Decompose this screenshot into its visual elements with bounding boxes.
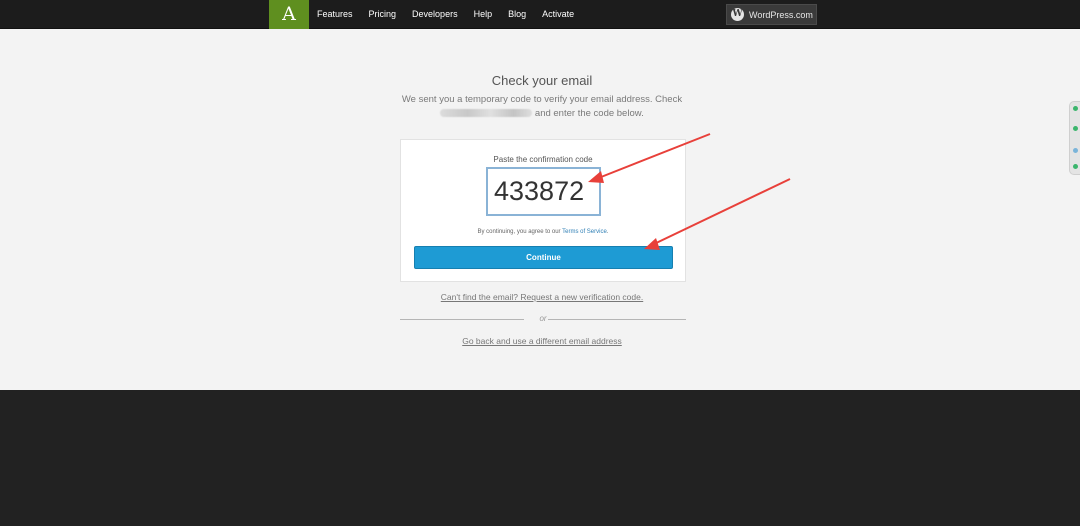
code-card: Paste the confirmation code By continuin… <box>400 139 686 282</box>
status-dot-icon <box>1073 148 1078 153</box>
nav-activate[interactable]: Activate <box>534 0 582 29</box>
status-dot-icon <box>1073 126 1078 131</box>
or-divider: or <box>400 314 686 326</box>
wordpress-label: WordPress.com <box>749 9 813 20</box>
or-text: or <box>539 314 547 323</box>
resend-code-link[interactable]: Can't find the email? Request a new veri… <box>0 292 1080 302</box>
app-logo[interactable]: A <box>269 0 309 29</box>
page-title: Check your email <box>491 73 593 88</box>
main-nav: Features Pricing Developers Help Blog Ac… <box>309 0 582 29</box>
nav-pricing[interactable]: Pricing <box>361 0 405 29</box>
top-nav-bar: A Features Pricing Developers Help Blog … <box>0 0 1080 29</box>
terms-text: By continuing, you agree to our <box>477 229 561 235</box>
nav-developers[interactable]: Developers <box>404 0 466 29</box>
nav-blog[interactable]: Blog <box>500 0 534 29</box>
nav-help[interactable]: Help <box>466 0 501 29</box>
different-email-link[interactable]: Go back and use a different email addres… <box>0 336 1080 346</box>
nav-features[interactable]: Features <box>309 0 361 29</box>
status-dot-icon <box>1073 106 1078 111</box>
code-label: Paste the confirmation code <box>493 155 593 164</box>
page-subtitle: We sent you a temporary code to verify y… <box>392 93 692 121</box>
terms-period: . <box>606 229 609 235</box>
verification-page: Check your email We sent you a temporary… <box>0 29 1080 390</box>
subtitle-text-end: and enter the code below. <box>534 108 644 119</box>
subtitle-text-start: We sent you a temporary code to verify y… <box>401 94 683 105</box>
side-widget[interactable] <box>1069 101 1080 175</box>
wordpress-icon: W <box>731 8 744 21</box>
wordpress-button[interactable]: W WordPress.com <box>726 4 817 25</box>
redacted-email <box>440 109 533 118</box>
continue-button[interactable]: Continue <box>414 246 673 269</box>
terms-notice: By continuing, you agree to our Terms of… <box>401 229 685 235</box>
status-dot-icon <box>1073 164 1078 169</box>
terms-of-service-link[interactable]: Terms of Service <box>562 229 607 235</box>
confirmation-code-input[interactable] <box>486 167 601 216</box>
